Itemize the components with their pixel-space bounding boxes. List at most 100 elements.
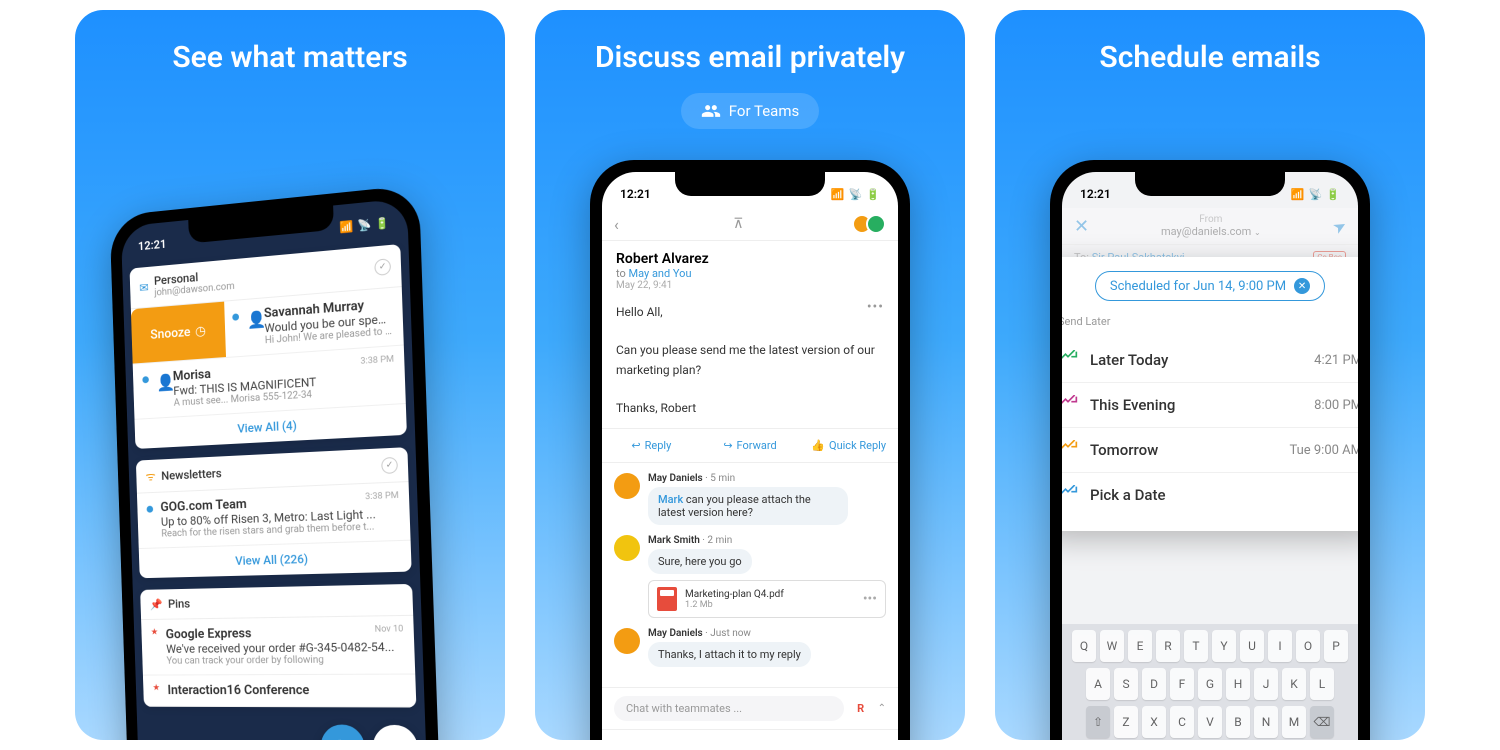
close-icon[interactable]: ✕: [1074, 216, 1089, 237]
check-icon[interactable]: ✓: [381, 456, 398, 473]
clock-icon: ◷: [195, 323, 206, 339]
person-icon: 👤: [156, 373, 166, 383]
reply-icon: ↩: [631, 439, 640, 452]
phone-notch: [1135, 172, 1285, 196]
key[interactable]: I: [1268, 630, 1292, 662]
key[interactable]: F: [1170, 668, 1194, 700]
forward-button[interactable]: ↪Forward: [701, 429, 800, 462]
pick-date-icon: [1062, 485, 1078, 505]
unread-dot-icon: [232, 313, 239, 320]
chat-message: May Daniels · 5 min Mark can you please …: [614, 473, 886, 525]
more-fab[interactable]: •••: [372, 725, 418, 740]
app-badge-icon: R: [852, 700, 870, 718]
email-time: 3:38 PM: [365, 491, 399, 503]
promo-card-schedule: Schedule emails 12:21 📶📡🔋 ✕ From may@dan…: [995, 10, 1425, 740]
email-row[interactable]: ★ Google Express We've received your ord…: [141, 616, 415, 676]
email-row[interactable]: GOG.com Team Up to 80% off Risen 3, Metr…: [137, 482, 411, 549]
unread-dot-icon: [142, 376, 149, 383]
inbox-group-personal: ✉ Personal john@dawson.com ✓ Snooze ◷: [130, 244, 407, 449]
key[interactable]: C: [1170, 706, 1194, 738]
phone-notch: [675, 172, 825, 196]
key[interactable]: Z: [1114, 706, 1138, 738]
compose-fab[interactable]: ✎: [320, 724, 366, 740]
chat-bubble: Sure, here you go: [648, 549, 752, 574]
from-label: From: [1161, 214, 1261, 225]
pdf-icon: [657, 587, 677, 611]
schedule-panel: Scheduled for Jun 14, 9:00 PM ✕ Send Lat…: [1062, 257, 1358, 531]
key[interactable]: L: [1310, 668, 1334, 700]
key[interactable]: U: [1240, 630, 1264, 662]
snooze-button[interactable]: Snooze ◷: [131, 302, 226, 364]
back-icon[interactable]: ‹: [614, 215, 619, 234]
reply-button[interactable]: ↩Reply: [602, 429, 701, 462]
key[interactable]: O: [1296, 630, 1320, 662]
key[interactable]: N: [1254, 706, 1278, 738]
from-email: may@daniels.com ⌄: [1161, 225, 1261, 238]
for-teams-badge: For Teams: [681, 93, 819, 129]
key[interactable]: M: [1282, 706, 1306, 738]
bottom-toolbar: ○ ↩ ⎘ ◷ •••: [602, 729, 898, 740]
status-time: 12:21: [1080, 187, 1111, 201]
status-icons: 📶📡🔋: [831, 188, 880, 201]
email-subject: We've received your order #G-345-0482-54…: [166, 640, 404, 656]
key[interactable]: E: [1128, 630, 1152, 662]
chat-bubble: Mark can you please attach the latest ve…: [648, 487, 848, 525]
email-sender: Interaction16 Conference: [167, 683, 406, 698]
key[interactable]: Y: [1212, 630, 1236, 662]
promo-card-discuss: Discuss email privately For Teams 12:21 …: [535, 10, 965, 740]
more-icon[interactable]: •••: [867, 299, 884, 315]
key[interactable]: Q: [1072, 630, 1096, 662]
team-icon: [701, 101, 721, 121]
status-time: 12:21: [620, 187, 651, 201]
schedule-option-evening[interactable]: This Evening 8:00 PM: [1062, 383, 1358, 428]
key[interactable]: S: [1114, 668, 1138, 700]
send-icon[interactable]: ➤: [1329, 214, 1350, 237]
quick-reply-button[interactable]: 👍Quick Reply: [799, 429, 898, 462]
attachment-name: Marketing-plan Q4.pdf: [685, 589, 855, 600]
schedule-option-later-today[interactable]: Later Today 4:21 PM: [1062, 338, 1358, 383]
key[interactable]: W: [1100, 630, 1124, 662]
inbox-group-pins: 📌 Pins ★ Google Express We've received y…: [140, 584, 416, 708]
section-label: Send Later: [1062, 315, 1358, 328]
promo-title: Discuss email privately: [595, 40, 905, 75]
phone-frame: 12:21 📶📡🔋 ✕ From may@daniels.com ⌄ ➤ To:…: [1050, 160, 1370, 740]
person-icon: 👤: [246, 310, 256, 321]
email-row[interactable]: ★ Interaction16 Conference: [143, 675, 416, 708]
key[interactable]: J: [1254, 668, 1278, 700]
later-today-icon: [1062, 350, 1078, 370]
key[interactable]: D: [1142, 668, 1166, 700]
email-time: Nov 10: [375, 624, 404, 635]
pin-icon: 📌: [150, 598, 163, 611]
key[interactable]: H: [1226, 668, 1250, 700]
key[interactable]: P: [1324, 630, 1348, 662]
chat-bubble: Thanks, I attach it to my reply: [648, 642, 811, 667]
backspace-key[interactable]: ⌫: [1310, 706, 1334, 738]
key[interactable]: B: [1226, 706, 1250, 738]
schedule-option-pick-date[interactable]: Pick a Date ›: [1062, 473, 1358, 517]
key[interactable]: X: [1142, 706, 1166, 738]
key[interactable]: T: [1184, 630, 1208, 662]
key[interactable]: A: [1086, 668, 1110, 700]
key[interactable]: G: [1198, 668, 1222, 700]
avatar-stack[interactable]: [858, 214, 886, 234]
promo-title: Schedule emails: [1099, 40, 1320, 75]
key[interactable]: V: [1198, 706, 1222, 738]
email-date: May 22, 9:41: [616, 280, 884, 291]
scheduled-pill[interactable]: Scheduled for Jun 14, 9:00 PM ✕: [1095, 271, 1325, 301]
schedule-option-tomorrow[interactable]: Tomorrow Tue 9:00 AM: [1062, 428, 1358, 473]
avatar-icon: [614, 535, 640, 561]
attachment-card[interactable]: Marketing-plan Q4.pdf 1.2 Mb •••: [648, 580, 886, 618]
key[interactable]: K: [1282, 668, 1306, 700]
forward-icon: ↪: [723, 439, 732, 452]
chat-input[interactable]: Chat with teammates ...: [614, 696, 844, 721]
shift-key[interactable]: ⇧: [1086, 706, 1110, 738]
pin-icon[interactable]: ⊼: [733, 216, 743, 232]
clear-schedule-icon[interactable]: ✕: [1294, 278, 1310, 294]
expand-icon[interactable]: ⌃: [878, 703, 886, 714]
keyboard[interactable]: Q W E R T Y U I O P A S D F G H: [1062, 624, 1358, 740]
check-icon[interactable]: ✓: [374, 258, 391, 276]
group-label: Pins: [168, 597, 190, 611]
more-icon[interactable]: •••: [863, 591, 877, 607]
group-label: Newsletters: [161, 466, 222, 483]
key[interactable]: R: [1156, 630, 1180, 662]
